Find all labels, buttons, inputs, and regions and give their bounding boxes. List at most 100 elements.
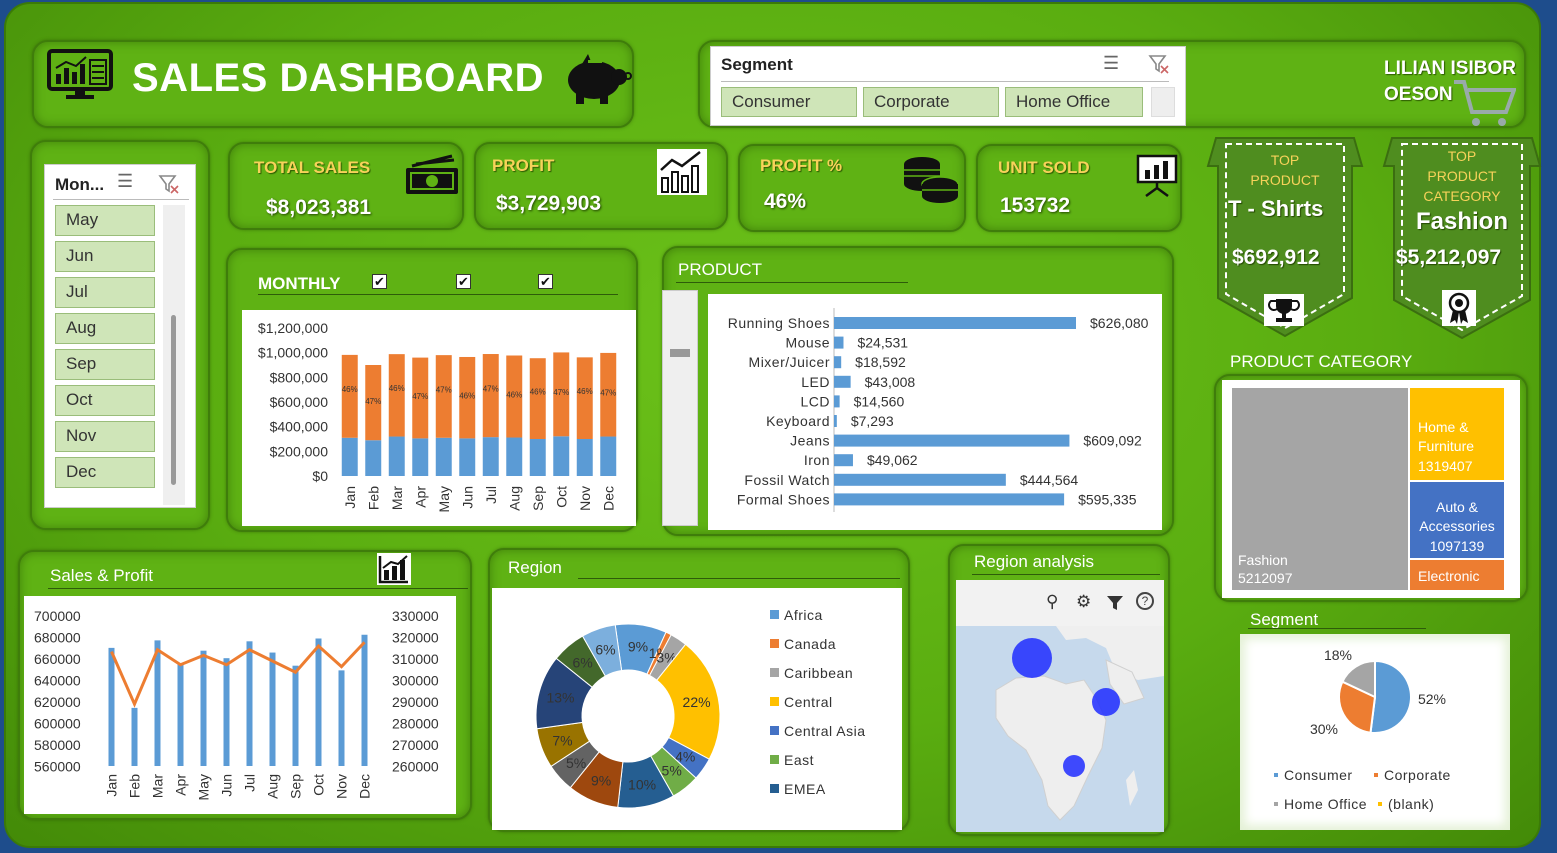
bar	[246, 641, 253, 766]
treemap-electronic[interactable]: Electronic	[1410, 560, 1504, 590]
month-item-jul[interactable]: Jul	[55, 277, 155, 308]
monthly-checkbox-1[interactable]: ✔	[372, 274, 387, 289]
clear-filter-icon[interactable]	[1147, 53, 1171, 75]
data-label: $609,092	[1083, 433, 1142, 449]
bar	[292, 665, 299, 766]
month-item-dec[interactable]: Dec	[55, 457, 155, 488]
legend-swatch	[770, 668, 779, 677]
y-tick-label-right: 310000	[392, 651, 439, 667]
cash-icon	[406, 154, 458, 194]
kpi-value: $8,023,381	[266, 196, 372, 219]
map-bubble[interactable]	[1063, 755, 1085, 777]
title-underline	[578, 578, 900, 579]
x-tick-label: Nov	[334, 774, 350, 799]
bar	[200, 650, 207, 766]
treemap-label: Fashion	[1238, 552, 1288, 568]
growth-chart-icon	[657, 149, 707, 195]
top-product-name: T - Shirts	[1228, 196, 1324, 221]
y-tick-label-left: 640000	[34, 673, 81, 689]
kpi-value: 153732	[1000, 194, 1071, 217]
month-item-sep[interactable]: Sep	[55, 349, 155, 380]
slice-label: 6%	[595, 642, 615, 658]
monthly-checkbox-3[interactable]: ✔	[538, 274, 553, 289]
bar-segment	[482, 437, 499, 476]
segment-item-consumer[interactable]: Consumer	[721, 87, 857, 117]
data-label: 47%	[365, 397, 381, 406]
monthly-chart-area: $1,200,000 $1,000,000 $800,000 $600,000 $400…	[242, 310, 636, 526]
scrollbar-thumb[interactable]	[670, 349, 690, 357]
data-label: 46%	[342, 385, 358, 394]
data-label: 46%	[506, 390, 522, 399]
y-tick-label: Mouse	[785, 335, 830, 351]
treemap-fashion[interactable]: Fashion 5212097	[1232, 388, 1408, 590]
legend-label: Canada	[784, 636, 836, 652]
legend-label: East	[784, 752, 814, 768]
month-item-aug[interactable]: Aug	[55, 313, 155, 344]
data-label: 47%	[412, 392, 428, 401]
slice-label: 18%	[1324, 647, 1352, 663]
map-pin-icon[interactable]: ⚲	[1046, 592, 1058, 612]
data-label: 46%	[577, 387, 593, 396]
profit-line	[110, 641, 366, 708]
bar-segment	[506, 437, 523, 476]
multi-select-icon[interactable]: ☰	[117, 171, 133, 192]
x-tick-label: Oct	[311, 774, 327, 796]
y-tick-label-left: 600000	[34, 716, 81, 732]
bar	[223, 658, 230, 766]
top-category-label-2: PRODUCT	[1427, 168, 1497, 184]
map-bubble[interactable]	[1092, 688, 1120, 716]
gear-icon[interactable]: ⚙	[1076, 592, 1091, 612]
help-icon[interactable]: ?	[1136, 592, 1154, 610]
slice-label: 30%	[1310, 721, 1338, 737]
product-category-title: PRODUCT CATEGORY	[1230, 352, 1413, 371]
treemap-auto-accessories[interactable]: Auto & Accessories 1097139	[1410, 482, 1504, 558]
clear-filter-icon[interactable]	[157, 173, 181, 195]
slice-label: 52%	[1418, 691, 1446, 707]
presentation-board-icon	[1136, 154, 1178, 198]
filter-icon[interactable]	[1106, 594, 1124, 612]
map-bubble[interactable]	[1012, 638, 1052, 678]
legend-swatch	[1274, 773, 1278, 777]
y-tick-label: $200,000	[270, 443, 329, 459]
month-item-jun[interactable]: Jun	[55, 241, 155, 272]
month-slicer-scrollbar[interactable]	[163, 205, 185, 505]
region-map[interactable]: ⚲ ⚙ ?	[956, 580, 1164, 832]
title-underline	[48, 588, 468, 589]
segment-item-home-office[interactable]: Home Office	[1005, 87, 1143, 117]
top-product-label-2: PRODUCT	[1250, 172, 1320, 188]
month-item-oct[interactable]: Oct	[55, 385, 155, 416]
scrollbar-thumb[interactable]	[171, 315, 176, 485]
monthly-checkbox-2[interactable]: ✔	[456, 274, 471, 289]
y-tick-label: Fossil Watch	[744, 472, 830, 488]
legend-label: Caribbean	[784, 665, 853, 681]
treemap-label: Auto & Accessories	[1419, 499, 1495, 534]
y-tick-label-left: 660000	[34, 651, 81, 667]
slice-label: 6%	[573, 655, 593, 671]
x-tick-label: Oct	[553, 486, 569, 508]
x-tick-label: Sep	[288, 774, 304, 799]
segment-item-corporate[interactable]: Corporate	[863, 87, 999, 117]
multi-select-icon[interactable]: ☰	[1103, 53, 1119, 74]
legend-label: Corporate	[1384, 767, 1451, 783]
pie-slice	[1369, 659, 1412, 734]
top-category-label-3: CATEGORY	[1423, 188, 1501, 204]
kpi-profit-pct: PROFIT % 46%	[738, 144, 966, 232]
bar-segment	[529, 439, 546, 476]
y-tick-label: $1,200,000	[258, 320, 328, 336]
data-label: $49,062	[867, 452, 918, 468]
y-tick-label: LCD	[800, 393, 830, 409]
treemap-home-furniture[interactable]: Home & Furniture 1319407	[1410, 388, 1504, 480]
product-slicer-scroll[interactable]	[662, 290, 698, 526]
legend-label: (blank)	[1388, 796, 1434, 812]
bar	[834, 375, 851, 388]
bar-segment	[459, 438, 476, 476]
top-product-value: $692,912	[1232, 246, 1320, 269]
title-underline	[258, 294, 618, 295]
month-item-nov[interactable]: Nov	[55, 421, 155, 452]
data-label: 46%	[389, 384, 405, 393]
monthly-chart: $1,200,000 $1,000,000 $800,000 $600,000 $400…	[258, 320, 616, 512]
month-item-may[interactable]: May	[55, 205, 155, 236]
bar-segment	[529, 358, 546, 439]
data-label: $626,080	[1090, 315, 1149, 331]
segment-chart: 52% 30% 18% Consumer Corporate Home Office (bl…	[1274, 647, 1451, 812]
